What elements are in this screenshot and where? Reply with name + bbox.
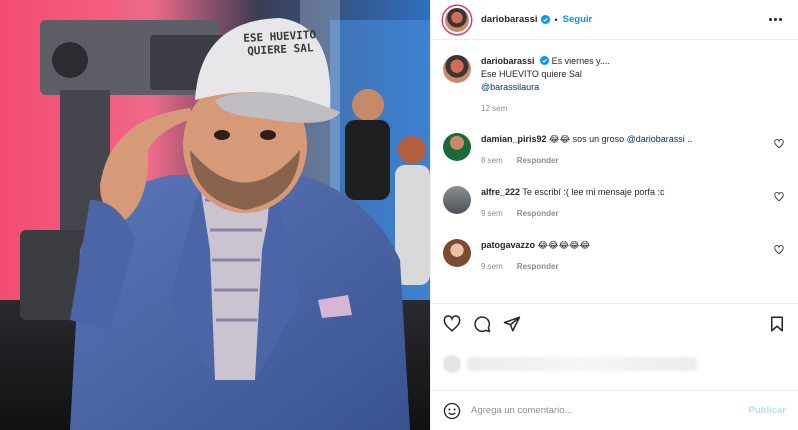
save-bookmark-icon[interactable]: [766, 313, 788, 335]
post-actions: [431, 303, 798, 343]
post-side-panel: dariobarassi • Seguir dariobarassi Es vi…: [430, 0, 798, 430]
caption-meta: 12 sem: [481, 102, 786, 115]
caption-time[interactable]: 12 sem: [481, 102, 507, 115]
reply-button[interactable]: Responder: [517, 260, 559, 273]
post-photo[interactable]: ESE HUEVITO QUIERE SAL: [0, 0, 430, 430]
comments-list: dariobarassi Es viernes y.... Ese HUEVIT…: [431, 41, 798, 303]
comment-input[interactable]: [471, 405, 749, 416]
caption-username[interactable]: dariobarassi: [481, 56, 535, 66]
author-username[interactable]: dariobarassi: [481, 14, 538, 25]
commenter-username[interactable]: alfre_222: [481, 187, 520, 197]
publish-button[interactable]: Publicar: [749, 405, 787, 416]
comment-suffix: ..: [684, 134, 693, 144]
comment-item: patogavazzo 😂😂😂😂😂 9 sem Responder: [443, 239, 786, 273]
comment-emoji: 😂😂😂😂😂: [537, 240, 591, 250]
comment-text: Te escribí :( lee mi mensaje porfa :c: [522, 187, 665, 197]
caption-line-1: Es viernes y....: [551, 56, 610, 66]
like-comment-heart-icon[interactable]: [774, 139, 784, 149]
likes-summary-blurred: [443, 343, 786, 385]
header-separator: •: [554, 14, 558, 25]
cap-print: ESE HUEVITO QUIERE SAL: [242, 28, 317, 58]
author-avatar[interactable]: [443, 5, 471, 34]
commenter-username[interactable]: damian_piris92: [481, 134, 547, 144]
comment-time[interactable]: 8 sem: [481, 154, 503, 167]
more-options-icon[interactable]: [765, 14, 786, 25]
commenter-avatar[interactable]: [443, 186, 471, 214]
follow-button[interactable]: Seguir: [563, 14, 593, 25]
like-comment-heart-icon[interactable]: [774, 245, 784, 255]
caption-line-2: Ese HUEVITO quiere Sal: [481, 69, 582, 79]
comment-composer: Publicar: [431, 390, 798, 430]
caption-avatar[interactable]: [443, 55, 471, 83]
comment-body: damian_piris92 😂😂 sos un groso @dariobar…: [481, 133, 786, 167]
commenter-avatar[interactable]: [443, 133, 471, 161]
comment-emoji: 😂😂: [549, 134, 571, 144]
comment-time[interactable]: 9 sem: [481, 260, 503, 273]
comment-time[interactable]: 9 sem: [481, 207, 503, 220]
comment-mention[interactable]: @dariobarassi: [627, 134, 685, 144]
like-heart-icon[interactable]: [441, 313, 463, 335]
caption: dariobarassi Es viernes y.... Ese HUEVIT…: [443, 55, 786, 115]
verified-badge-icon: [540, 15, 550, 24]
post-header: dariobarassi • Seguir: [431, 0, 798, 40]
commenter-avatar[interactable]: [443, 239, 471, 267]
caption-body: dariobarassi Es viernes y.... Ese HUEVIT…: [481, 55, 786, 115]
share-paper-plane-icon[interactable]: [501, 313, 523, 335]
comment-meta: 9 sem Responder: [481, 260, 786, 273]
comment-body: patogavazzo 😂😂😂😂😂 9 sem Responder: [481, 239, 786, 273]
reply-button[interactable]: Responder: [517, 154, 559, 167]
caption-mention[interactable]: @barassilaura: [481, 81, 786, 94]
comment-meta: 9 sem Responder: [481, 207, 786, 220]
instagram-post-modal: ESE HUEVITO QUIERE SAL dariobarassi • Se…: [0, 0, 798, 430]
likes-text-blurred: [467, 357, 697, 371]
commenter-username[interactable]: patogavazzo: [481, 240, 535, 250]
likes-avatar-blurred: [443, 355, 461, 373]
emoji-smiley-icon[interactable]: [443, 402, 461, 420]
comment-item: alfre_222 Te escribí :( lee mi mensaje p…: [443, 186, 786, 220]
comment-meta: 8 sem Responder: [481, 154, 786, 167]
comment-text: sos un groso: [570, 134, 627, 144]
like-comment-heart-icon[interactable]: [774, 192, 784, 202]
verified-badge-icon: [540, 56, 550, 65]
reply-button[interactable]: Responder: [517, 207, 559, 220]
comment-body: alfre_222 Te escribí :( lee mi mensaje p…: [481, 186, 786, 220]
comment-item: damian_piris92 😂😂 sos un groso @dariobar…: [443, 133, 786, 167]
post-image: [0, 0, 430, 430]
comment-bubble-icon[interactable]: [471, 313, 493, 335]
